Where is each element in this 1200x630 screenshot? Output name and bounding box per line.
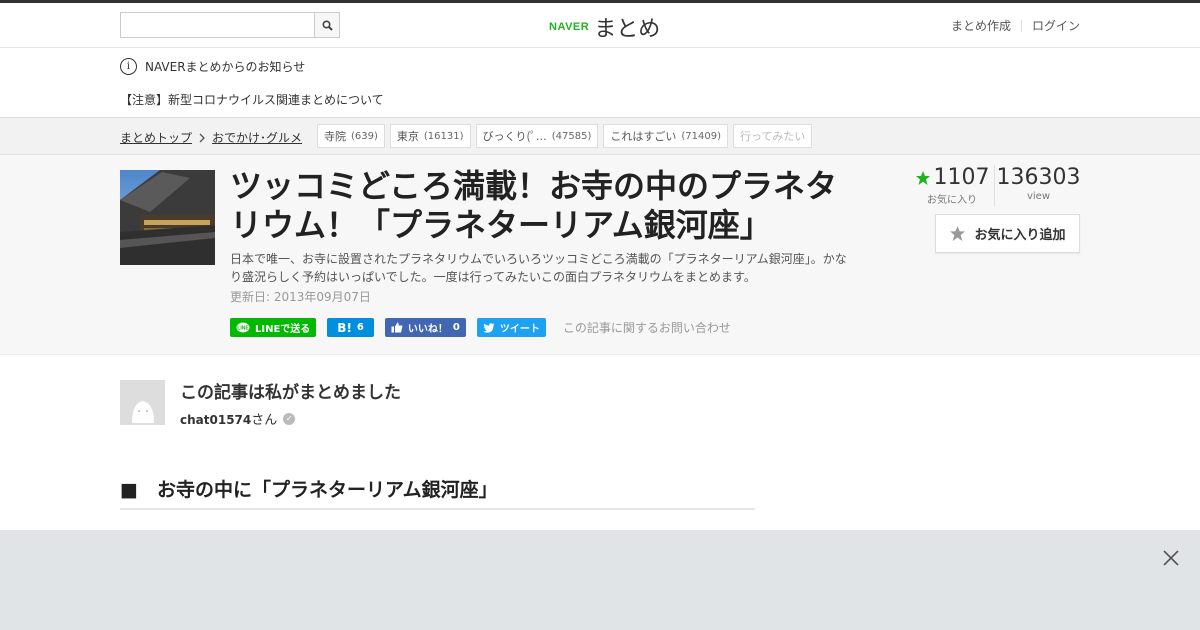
hatena-icon: B! bbox=[337, 320, 352, 335]
site-header: NAVER まとめ まとめ作成 ログイン bbox=[0, 3, 1200, 48]
views-stat: 136303 view bbox=[996, 165, 1081, 206]
tag-label: 寺院 bbox=[324, 130, 346, 143]
breadcrumb-category[interactable]: おでかけ･グルメ bbox=[212, 129, 302, 146]
logo-naver: NAVER bbox=[549, 21, 590, 33]
site-logo[interactable]: NAVER まとめ bbox=[549, 11, 660, 43]
logo-matome: まとめ bbox=[594, 17, 661, 42]
views-count: 136303 bbox=[996, 165, 1081, 190]
section-heading: ■ お寺の中に「プラネターリアム銀河座」 bbox=[120, 475, 755, 510]
tag-count: (639) bbox=[351, 130, 378, 142]
line-share-label: LINEで送る bbox=[255, 324, 311, 335]
article-updated-date: 更新日: 2013年09月07日 bbox=[230, 290, 371, 304]
tag-list: 寺院 (639) 東京 (16131) びっくり(ﾟ… (47585) これはすごい (… bbox=[317, 124, 813, 148]
breadcrumb-home[interactable]: まとめトップ bbox=[120, 129, 192, 146]
hatena-count: 6 bbox=[356, 322, 364, 333]
ad-banner bbox=[0, 530, 1200, 630]
notice-bar: i NAVERまとめからのお知らせ 【注意】新型コロナウイルス関連まとめについて bbox=[0, 48, 1200, 118]
tag-item[interactable]: 行ってみたい bbox=[732, 124, 813, 148]
svg-text:LINE: LINE bbox=[237, 325, 249, 331]
share-buttons: LINE LINEで送る B! 6 いいね！ 0 ツイート この記事に関するお問… bbox=[230, 318, 731, 337]
author-name[interactable]: chat01574 bbox=[180, 413, 251, 427]
facebook-like-label: いいね！ bbox=[407, 324, 448, 335]
tag-count: (47585) bbox=[551, 130, 592, 142]
favorites-label: お気に入り bbox=[927, 195, 977, 206]
facebook-like-button[interactable]: いいね！ 0 bbox=[384, 318, 466, 337]
add-favorite-button[interactable]: お気に入り追加 bbox=[935, 214, 1080, 253]
tag-item[interactable]: 東京 (16131) bbox=[389, 124, 471, 148]
info-icon: i bbox=[120, 58, 137, 75]
tag-item[interactable]: びっくり(ﾟ… (47585) bbox=[475, 124, 599, 148]
line-share-button[interactable]: LINE LINEで送る bbox=[230, 318, 317, 337]
login-link[interactable]: ログイン bbox=[1032, 17, 1080, 34]
search-icon bbox=[321, 19, 333, 31]
verified-check-icon: ✓ bbox=[283, 412, 296, 425]
tag-label: 東京 bbox=[396, 130, 419, 143]
breadcrumb: まとめトップ おでかけ･グルメ bbox=[120, 129, 302, 146]
author-suffix: さん bbox=[251, 413, 278, 428]
close-icon bbox=[1163, 550, 1179, 566]
article-thumbnail[interactable] bbox=[120, 170, 215, 265]
search-form bbox=[120, 12, 340, 38]
tag-count: (16131) bbox=[423, 130, 464, 142]
line-icon: LINE bbox=[236, 322, 250, 332]
star-outline-icon bbox=[950, 226, 966, 241]
tag-label: 行ってみたい bbox=[739, 130, 806, 143]
author-name-row: chat01574さん ✓ bbox=[180, 409, 296, 428]
favorites-stat: 1107 お気に入り bbox=[910, 165, 995, 206]
user-placeholder-icon bbox=[131, 401, 154, 423]
notice-item-link[interactable]: 【注意】新型コロナウイルス関連まとめについて bbox=[120, 91, 384, 108]
tag-label: これはすごい bbox=[610, 130, 677, 143]
tag-label: びっくり(ﾟ… bbox=[482, 130, 547, 143]
contact-link[interactable]: この記事に関するお問い合わせ bbox=[563, 319, 731, 336]
views-label: view bbox=[1026, 191, 1051, 202]
hatena-bookmark-button[interactable]: B! 6 bbox=[327, 318, 374, 337]
tag-item[interactable]: これはすごい (71409) bbox=[603, 124, 728, 148]
article-stats: 1107 お気に入り 136303 view bbox=[910, 165, 1081, 206]
article-header: ツッコミどころ満載！お寺の中のプラネタリウム！「プラネターリアム銀河座」 日本で… bbox=[0, 155, 1200, 355]
chevron-right-icon bbox=[199, 133, 205, 142]
facebook-like-count: 0 bbox=[452, 322, 460, 333]
tag-item[interactable]: 寺院 (639) bbox=[317, 124, 385, 148]
notice-heading-row: i NAVERまとめからのお知らせ bbox=[120, 58, 305, 75]
tag-count: (71409) bbox=[681, 130, 721, 142]
tweet-label: ツイート bbox=[499, 324, 540, 335]
favorites-count: 1107 bbox=[933, 165, 990, 190]
search-button[interactable] bbox=[314, 12, 340, 38]
thumbs-up-icon bbox=[391, 322, 403, 333]
breadcrumb-bar: まとめトップ おでかけ･グルメ 寺院 (639) 東京 (16131) びっくり(ﾟ… bbox=[0, 118, 1200, 155]
search-input[interactable] bbox=[120, 12, 315, 38]
create-matome-link[interactable]: まとめ作成 bbox=[951, 17, 1011, 34]
close-ad-button[interactable] bbox=[1161, 548, 1181, 568]
article-description: 日本で唯一、お寺に設置されたプラネタリウムでいろいろツッコミどころ満載の「プラネ… bbox=[230, 252, 847, 284]
author-heading: この記事は私がまとめました bbox=[180, 383, 401, 403]
twitter-bird-icon bbox=[483, 322, 495, 333]
notice-heading: NAVERまとめからのお知らせ bbox=[145, 60, 306, 74]
avatar[interactable] bbox=[120, 380, 165, 425]
star-icon bbox=[915, 170, 930, 185]
divider bbox=[1020, 19, 1022, 32]
article-title: ツッコミどころ満載！お寺の中のプラネタリウム！「プラネターリアム銀河座」 bbox=[230, 167, 838, 244]
add-favorite-label: お気に入り追加 bbox=[974, 228, 1066, 243]
author-section: この記事は私がまとめました chat01574さん ✓ bbox=[0, 355, 1200, 455]
tweet-button[interactable]: ツイート bbox=[476, 318, 546, 337]
header-links: まとめ作成 ログイン bbox=[951, 17, 1080, 34]
